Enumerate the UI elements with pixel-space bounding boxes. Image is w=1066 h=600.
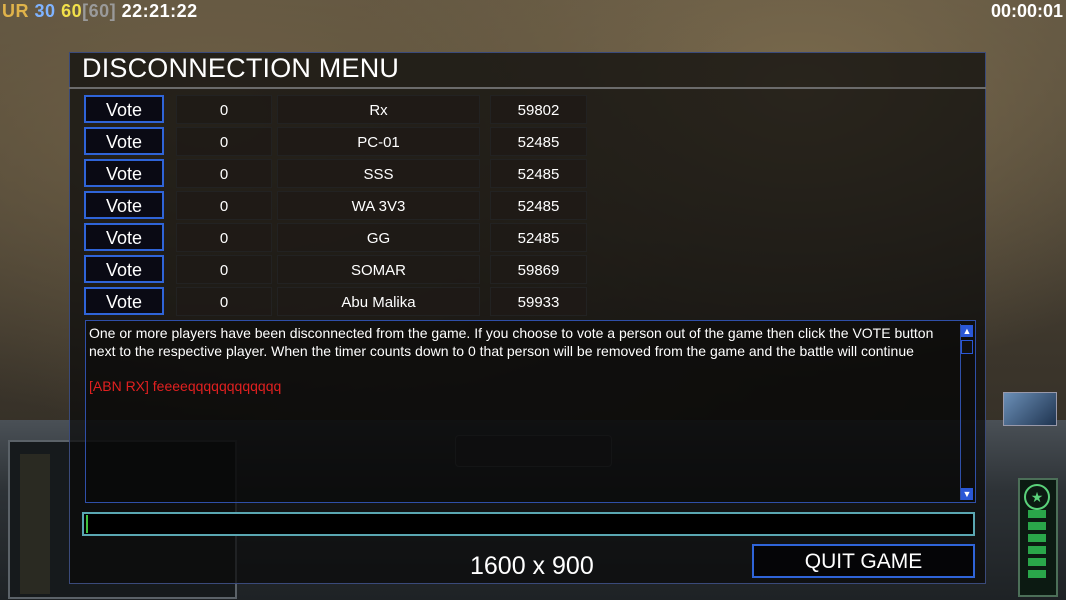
panel-title: DISCONNECTION MENU bbox=[82, 53, 400, 83]
fps-target: 60 bbox=[61, 1, 83, 21]
scroll-up-arrow-icon[interactable]: ▲ bbox=[961, 325, 973, 337]
vote-button[interactable]: Vote bbox=[84, 127, 164, 155]
vote-button[interactable]: Vote bbox=[84, 223, 164, 251]
fps-readout: UR 30 60[60] 22:21:22 bbox=[2, 1, 198, 22]
vote-count: 0 bbox=[176, 159, 272, 188]
player-name: Rx bbox=[277, 95, 480, 124]
player-ping: 59869 bbox=[490, 255, 587, 284]
vote-button[interactable]: Vote bbox=[84, 255, 164, 283]
vote-count: 0 bbox=[176, 127, 272, 156]
text-caret bbox=[86, 515, 88, 533]
chat-line: [ABN RX] feeeeqqqqqqqqqqqq bbox=[89, 378, 282, 394]
title-divider bbox=[69, 87, 986, 89]
player-ping: 59802 bbox=[490, 95, 587, 124]
vote-count: 0 bbox=[176, 191, 272, 220]
player-ping: 59933 bbox=[490, 287, 587, 316]
resolution-label: 1600 x 900 bbox=[470, 552, 594, 580]
vote-button[interactable]: Vote bbox=[84, 95, 164, 123]
vote-count: 0 bbox=[176, 255, 272, 284]
quit-game-button[interactable]: QUIT GAME bbox=[752, 544, 975, 578]
player-name: Abu Malika bbox=[277, 287, 480, 316]
disconnect-message: One or more players have been disconnect… bbox=[89, 325, 934, 359]
game-timer: 00:00:01 bbox=[990, 1, 1063, 21]
vote-button[interactable]: Vote bbox=[84, 159, 164, 187]
vote-button[interactable]: Vote bbox=[84, 287, 164, 315]
player-name: PC-01 bbox=[277, 127, 480, 156]
player-ping: 52485 bbox=[490, 191, 587, 220]
unit-portrait-icon bbox=[1003, 392, 1057, 426]
player-name: WA 3V3 bbox=[277, 191, 480, 220]
fps-value: 30 bbox=[34, 1, 56, 21]
vote-button[interactable]: Vote bbox=[84, 191, 164, 219]
player-name: SSS bbox=[277, 159, 480, 188]
vote-count: 0 bbox=[176, 223, 272, 252]
star-icon: ★ bbox=[1024, 484, 1050, 510]
player-ping: 52485 bbox=[490, 159, 587, 188]
ur-label: UR bbox=[2, 1, 29, 21]
player-name: SOMAR bbox=[277, 255, 480, 284]
scroll-thumb[interactable] bbox=[961, 340, 973, 354]
chat-input[interactable] bbox=[82, 512, 975, 536]
player-name: GG bbox=[277, 223, 480, 252]
player-ping: 52485 bbox=[490, 223, 587, 252]
vote-count: 0 bbox=[176, 287, 272, 316]
vote-count: 0 bbox=[176, 95, 272, 124]
scroll-down-arrow-icon[interactable]: ▼ bbox=[961, 488, 973, 500]
system-clock: 22:21:22 bbox=[121, 1, 198, 21]
player-ping: 52485 bbox=[490, 127, 587, 156]
fps-bracket: [60] bbox=[82, 1, 117, 21]
